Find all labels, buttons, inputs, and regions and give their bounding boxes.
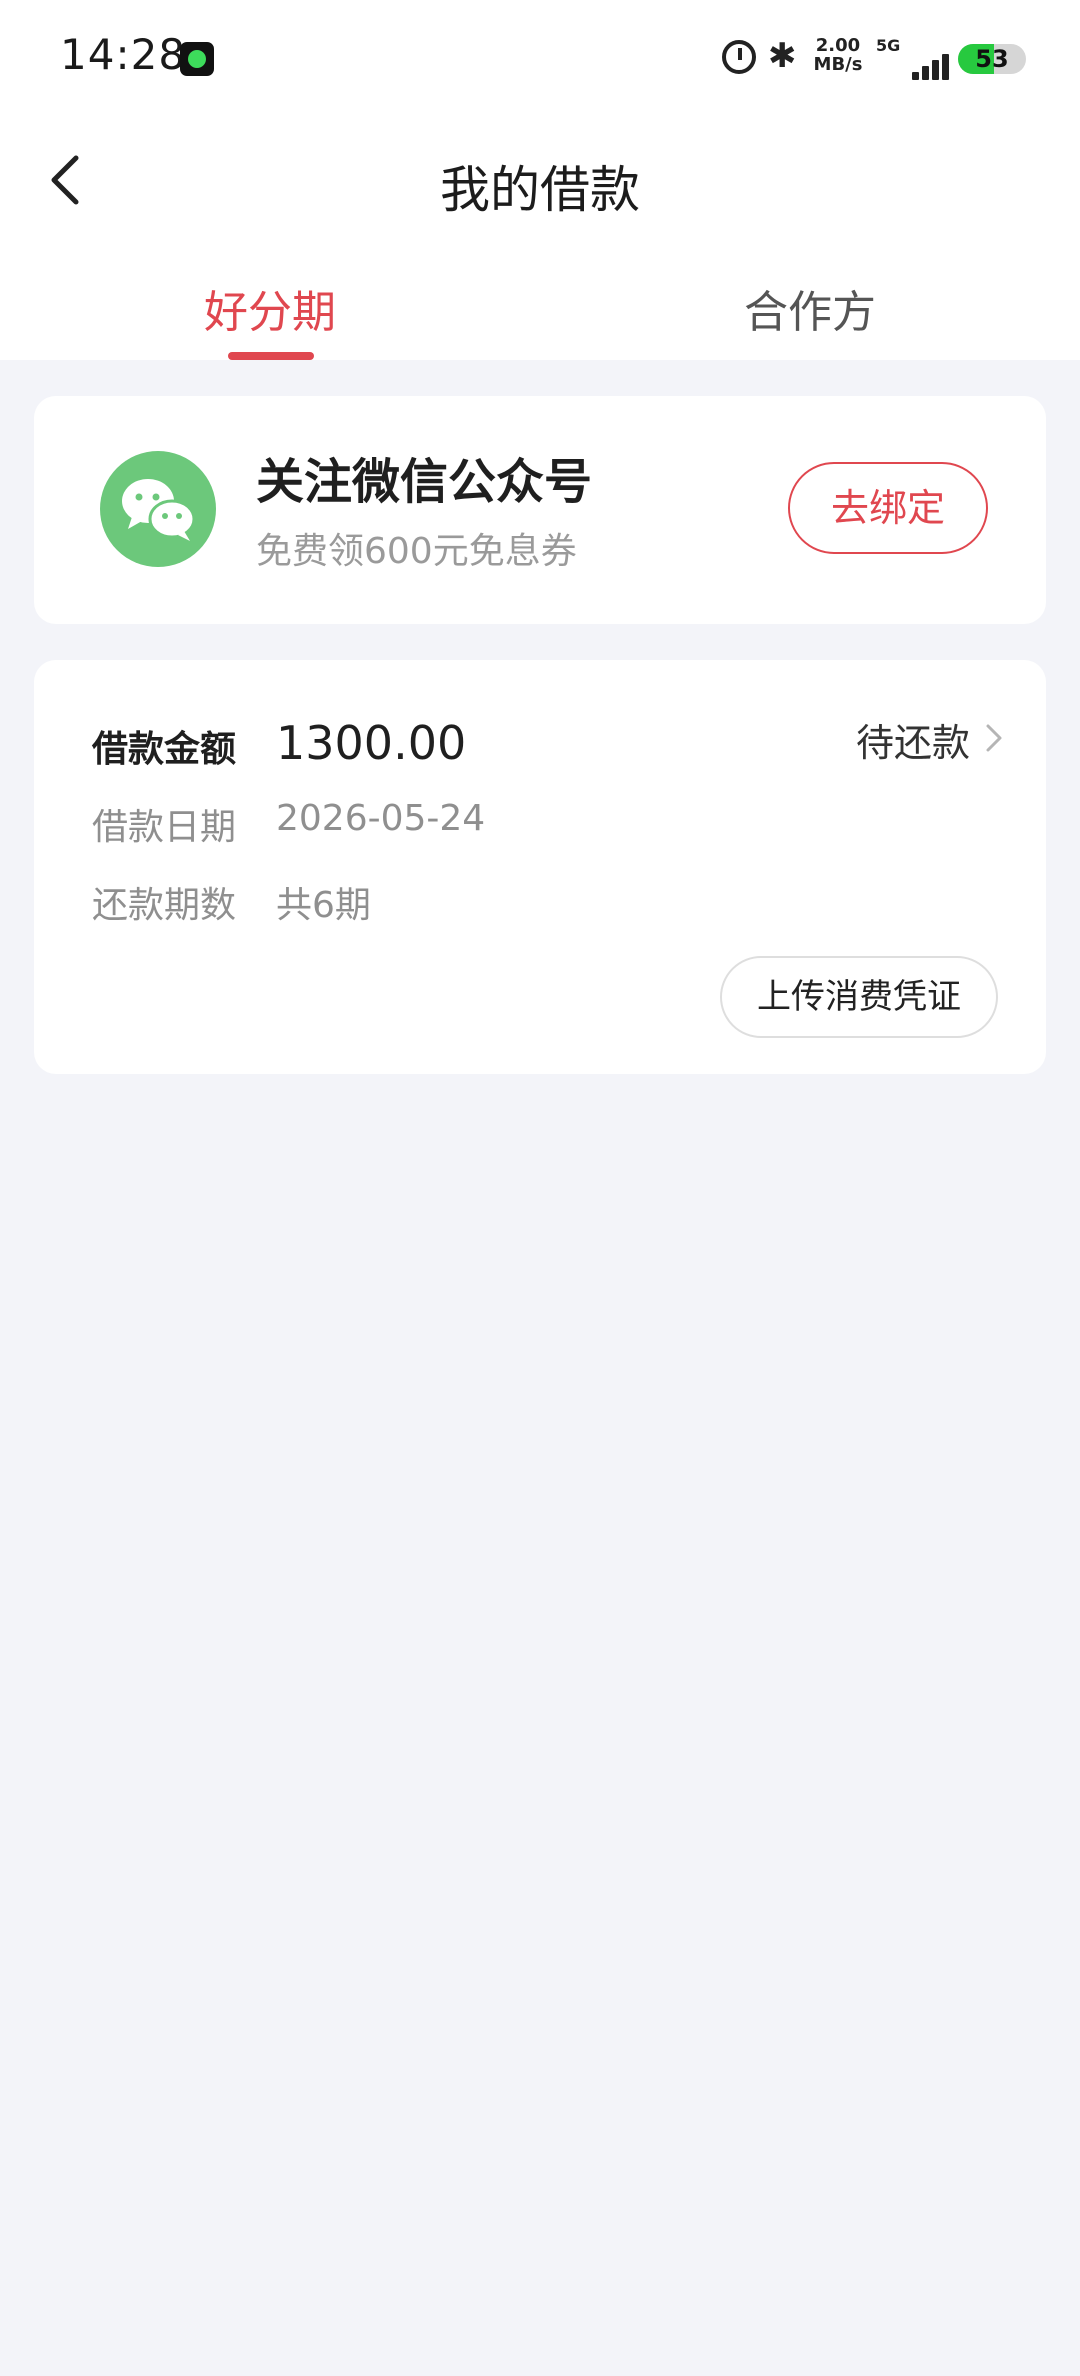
title-bar: 我的借款 xyxy=(0,120,1080,240)
net-speed: 2.00 MB/s xyxy=(810,36,866,74)
loan-status[interactable]: 待还款 xyxy=(856,712,970,767)
music-app-icon xyxy=(180,42,214,76)
status-bar: 14:28 ✱ 2.00 MB/s 5G 53 xyxy=(0,0,1080,120)
loan-date-value: 2026-05-24 xyxy=(276,798,486,839)
tab-bar: 好分期 合作方 xyxy=(0,240,1080,360)
battery-icon: 53 xyxy=(958,44,1026,74)
net-speed-unit: MB/s xyxy=(813,54,863,75)
status-time: 14:28 xyxy=(60,30,187,79)
loan-periods-label: 还款期数 xyxy=(92,885,237,926)
net-speed-value: 2.00 xyxy=(815,35,861,56)
wechat-follow-card: 关注微信公众号 免费领600元免息券 去绑定 xyxy=(34,396,1046,624)
upload-receipt-button[interactable]: 上传消费凭证 xyxy=(720,956,998,1038)
active-tab-indicator xyxy=(228,352,314,360)
loan-amount-value: 1300.00 xyxy=(276,716,467,770)
loan-date-label: 借款日期 xyxy=(92,807,237,848)
wechat-card-title: 关注微信公众号 xyxy=(256,454,593,510)
network-type: 5G xyxy=(876,36,901,55)
loan-amount-label: 借款金额 xyxy=(92,729,237,770)
signal-icon xyxy=(898,46,952,80)
wechat-card-subtitle: 免费领600元免息券 xyxy=(256,531,577,572)
bind-button[interactable]: 去绑定 xyxy=(788,462,988,554)
page-title: 我的借款 xyxy=(440,161,640,219)
alarm-icon xyxy=(722,40,756,74)
loan-card[interactable]: 借款金额 1300.00 待还款 借款日期 2026-05-24 还款期数 共6… xyxy=(34,660,1046,1074)
bluetooth-icon: ✱ xyxy=(768,36,797,76)
tab-haofenqi[interactable]: 好分期 xyxy=(120,276,420,340)
tab-partner[interactable]: 合作方 xyxy=(660,276,960,340)
chevron-right-icon xyxy=(986,724,1002,752)
battery-level: 53 xyxy=(975,45,1009,73)
wechat-icon xyxy=(100,451,216,567)
loan-periods-value: 共6期 xyxy=(276,885,371,926)
